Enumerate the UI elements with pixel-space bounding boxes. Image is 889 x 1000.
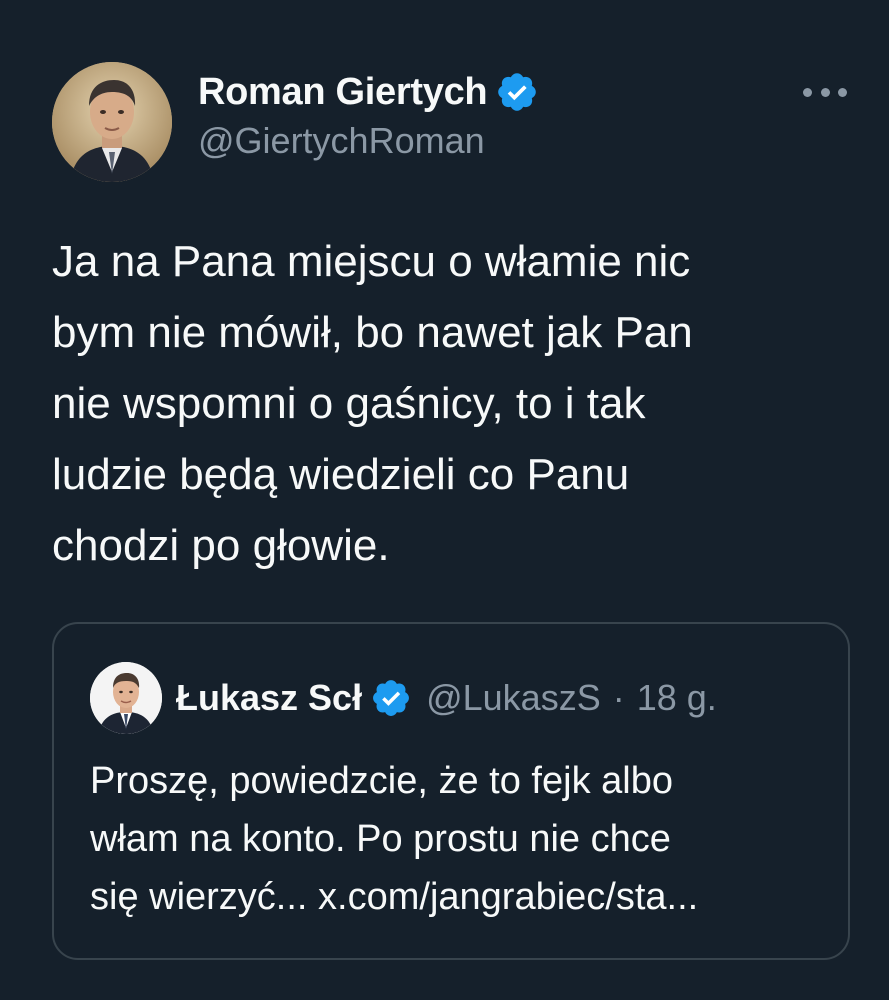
author-display-name[interactable]: Roman Giertych [198,71,488,114]
quoted-tweet-timestamp[interactable]: 18 g. [637,677,717,719]
author-avatar[interactable] [52,62,172,182]
quoted-tweet-text: Proszę, powiedzcie, że to fejk albo włam… [90,760,699,918]
quoted-tweet-header: Łukasz Scł @LukaszS · 18 g. [90,662,717,734]
quoted-tweet[interactable]: Łukasz Scł @LukaszS · 18 g. Proszę, powi… [52,622,850,960]
portrait-avatar-icon [52,62,172,182]
tweet-text: Ja na Pana miejscu o włamie nic bym nie … [52,237,693,570]
verified-badge-icon [498,73,537,111]
verified-badge-icon [373,680,410,716]
dot-separator: · [612,677,625,718]
more-options-icon[interactable] [803,80,847,104]
more-dot [820,87,830,97]
more-dot [803,87,812,97]
portrait-avatar-icon [90,662,162,734]
more-dot [838,87,847,97]
tweet-card: Roman Giertych @GiertychRoman Ja na Pana… [0,0,889,1000]
quoted-author-handle[interactable]: @LukaszS [426,677,601,719]
author-name-row: Roman Giertych [198,66,539,118]
quoted-author-avatar[interactable] [90,662,162,734]
author-handle[interactable]: @GiertychRoman [198,120,539,162]
quoted-author-display-name[interactable]: Łukasz Scł [176,677,362,719]
author-info: Roman Giertych @GiertychRoman [198,66,539,162]
